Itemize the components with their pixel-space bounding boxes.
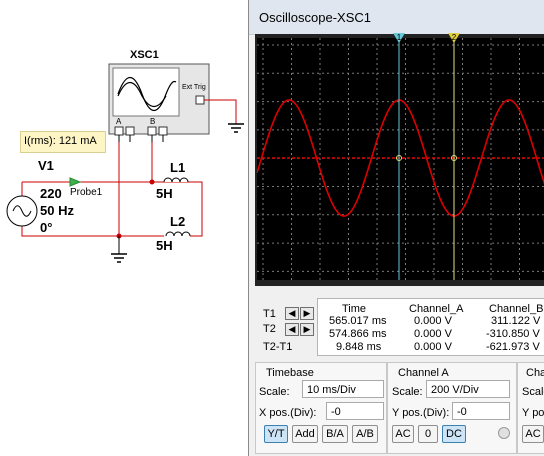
inductor-l1-name: L1 (170, 160, 186, 175)
scope-display (256, 38, 544, 280)
scope-grid (257, 38, 544, 280)
readout-diff-channel-b: -621.973 V (486, 341, 540, 353)
schematic-wires (6, 63, 244, 263)
window-title-bar[interactable]: Oscilloscope-XSC1 (249, 0, 544, 35)
channel-b-scale-label: Scale (522, 386, 544, 398)
ext-trig-label: Ext Trig (182, 84, 206, 91)
channel-a-group: Channel A Scale: 200 V/Div Y pos.(Div): … (387, 362, 517, 454)
readout-diff-channel-a: 0.000 V (414, 341, 452, 353)
channel-a-radio-icon[interactable] (498, 427, 510, 439)
probe-tooltip: I(rms): 121 mA (20, 131, 106, 153)
readout-header-time: Time (342, 303, 367, 315)
channel-a-dc-button[interactable]: DC (442, 425, 466, 443)
source-frequency-label: 50 Hz (40, 203, 74, 218)
window-title: Oscilloscope-XSC1 (259, 10, 371, 25)
channel-b-terminal-label: B (150, 117, 156, 126)
readout-row-label: T2 (263, 323, 276, 335)
scope-name-label: XSC1 (130, 49, 159, 61)
inductor-l2-name: L2 (170, 214, 186, 229)
source-phase-label: 0° (40, 220, 53, 235)
channel-b-trace (256, 99, 544, 217)
t2-right-arrow-icon[interactable]: ▶ (300, 323, 314, 336)
schematic-canvas[interactable]: XSC1 Ext Trig A B I(rms): 121 mA V1 Prob… (0, 0, 248, 456)
channel-a-ypos-field[interactable]: -0 (452, 402, 510, 420)
timebase-xpos-label: X pos.(Div): (259, 407, 317, 419)
probe-tooltip-text: I(rms): 121 mA (24, 135, 97, 147)
ab-mode-button[interactable]: A/B (352, 425, 378, 443)
inductor-l1-value: 5H (156, 186, 173, 201)
probe-name-label: Probe1 (70, 187, 103, 198)
channel-a-scale-label: Scale: (392, 386, 423, 398)
readout-header-channel-b: Channel_B (489, 303, 544, 315)
channel-a-ac-button[interactable]: AC (392, 425, 414, 443)
add-mode-button[interactable]: Add (292, 425, 318, 443)
readout-t1-time: 565.017 ms (329, 315, 387, 327)
timebase-scale-label: Scale: (259, 386, 290, 398)
readout-t1-channel-b: 311.122 V (491, 315, 541, 327)
timebase-scale-field[interactable]: 10 ms/Div (302, 380, 384, 398)
channel-b-ypos-label: Y pos (522, 407, 544, 419)
readout-header-channel-a: Channel_A (409, 303, 464, 315)
channel-b-title: Cha (526, 367, 544, 379)
timebase-group: Timebase Scale: 10 ms/Div X pos.(Div): -… (255, 362, 387, 454)
scope-screen[interactable]: 1 2 (256, 33, 544, 280)
source-name-label: V1 (38, 158, 54, 173)
channel-b-ac-button[interactable]: AC (522, 425, 544, 443)
channel-a-title: Channel A (398, 367, 449, 379)
readout-t2-time: 574.866 ms (329, 328, 387, 340)
readout-t2-channel-a: 0.000 V (414, 328, 452, 340)
channel-a-ypos-label: Y pos.(Div): (392, 407, 450, 419)
yt-mode-button[interactable]: Y/T (264, 425, 288, 443)
cursor-readout-panel: ◀ ▶ ◀ ▶ Time Channel_A Channel_B T1 565.… (255, 294, 544, 358)
readout-row-label: T1 (263, 308, 276, 320)
timebase-xpos-field[interactable]: -0 (326, 402, 384, 420)
readout-diff-time: 9.848 ms (336, 341, 382, 353)
channel-a-terminal-label: A (116, 117, 122, 126)
t2-left-arrow-icon[interactable]: ◀ (285, 323, 299, 336)
timebase-title: Timebase (266, 367, 314, 379)
t1-right-arrow-icon[interactable]: ▶ (300, 307, 314, 320)
ba-mode-button[interactable]: B/A (322, 425, 348, 443)
oscilloscope-window[interactable]: Oscilloscope-XSC1 1 2 ◀ ▶ ◀ ▶ Time Chann… (248, 0, 544, 456)
readout-row-label: T2-T1 (263, 341, 293, 353)
channel-a-scale-field[interactable]: 200 V/Div (426, 380, 510, 398)
channel-b-group: Cha Scale Y pos AC (517, 362, 544, 454)
source-voltage-label: 220 (40, 186, 62, 201)
t1-left-arrow-icon[interactable]: ◀ (285, 307, 299, 320)
inductor-l2-value: 5H (156, 238, 173, 253)
readout-t2-channel-b: -310.850 V (486, 328, 540, 340)
channel-a-zero-button[interactable]: 0 (418, 425, 438, 443)
readout-t1-channel-a: 0.000 V (414, 315, 452, 327)
